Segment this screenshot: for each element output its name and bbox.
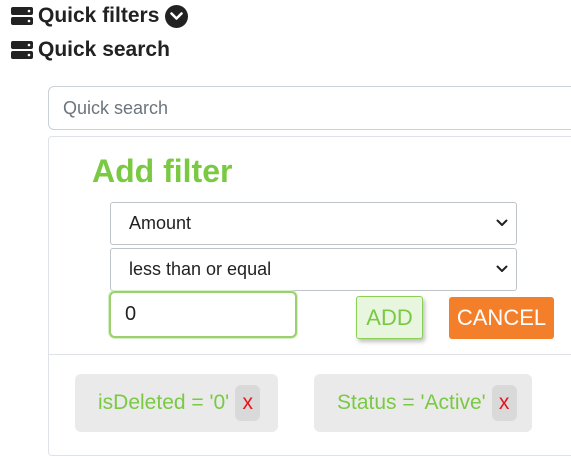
field-select[interactable]: Amount <box>110 202 517 245</box>
database-icon <box>11 7 33 25</box>
operator-select-value: less than or equal <box>129 259 272 279</box>
quick-search-input[interactable] <box>48 86 571 130</box>
divider <box>49 354 571 355</box>
chevron-down-icon <box>496 265 508 272</box>
operator-select[interactable]: less than or equal <box>110 248 517 291</box>
active-filter-chip: Status = 'Active' x <box>314 374 532 432</box>
cancel-button[interactable]: CANCEL <box>449 297 554 339</box>
filter-value-input[interactable] <box>109 291 297 338</box>
active-filter-chip: isDeleted = '0' x <box>75 374 278 432</box>
field-select-value: Amount <box>129 213 192 233</box>
remove-filter-button[interactable]: x <box>491 385 517 421</box>
quick-search-heading: Quick search <box>10 38 170 62</box>
remove-filter-button[interactable]: x <box>235 385 261 421</box>
database-icon <box>11 41 33 59</box>
quick-filters-label: Quick filters <box>38 4 160 27</box>
quick-search-label: Quick search <box>38 38 170 61</box>
chevron-down-icon <box>496 219 508 226</box>
add-filter-title: Add filter <box>92 153 233 189</box>
filter-chip-label: Status = 'Active' <box>337 391 486 414</box>
filter-chip-label: isDeleted = '0' <box>98 391 230 414</box>
quick-filters-heading[interactable]: Quick filters <box>10 4 189 28</box>
add-filter-panel: Add filter Amount less than or equal ADD… <box>48 136 571 456</box>
chevron-down-circle-icon[interactable] <box>165 4 189 28</box>
add-filter-button[interactable]: ADD <box>356 296 423 339</box>
